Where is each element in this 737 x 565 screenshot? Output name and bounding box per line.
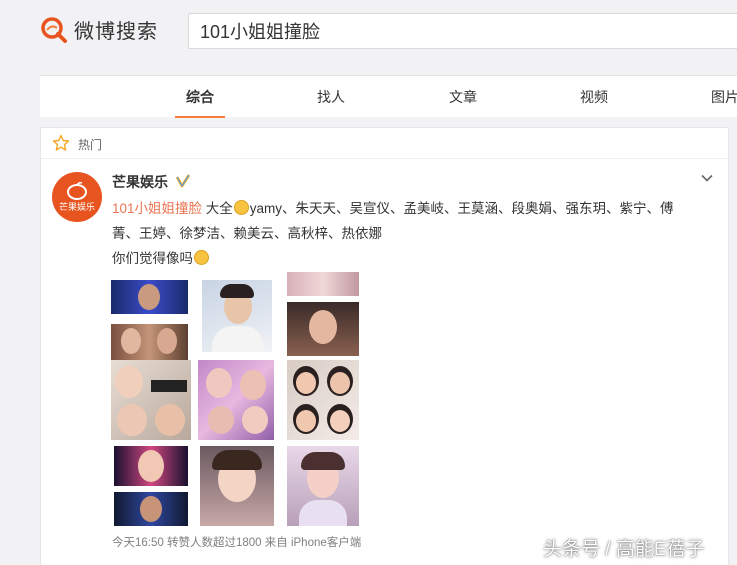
tab-comprehensive[interactable]: 综合 [175,76,225,118]
photo-thumbnail[interactable] [202,280,272,352]
author-name[interactable]: 芒果娱乐 [112,172,168,192]
photo-thumbnail[interactable] [287,272,359,356]
verified-badge-icon [175,174,191,188]
tab-people[interactable]: 找人 [306,76,356,118]
hot-section-label: 热门 [78,138,103,152]
mango-logo-icon [67,181,87,200]
grin-emoji-icon [233,200,249,215]
photo-thumbnail[interactable] [111,360,191,440]
weibo-logo-icon [41,16,67,43]
tab-images[interactable]: 图片 [700,76,737,118]
top-bar: 微博搜索 [0,0,737,68]
card-header: 热门 [41,128,728,159]
search-input[interactable] [189,14,737,48]
post-card: 热门 芒果娱乐 芒果娱乐 101小姐姐撞脸 大全 yamy、朱天天、吴宣仪、孟美岐… [40,127,729,565]
photo-thumbnail[interactable] [287,446,359,526]
photo-thumbnail[interactable] [287,360,359,440]
question-text: 你们觉得像吗 [112,251,193,266]
logo-text: 微博搜索 [74,21,158,43]
photo-thumbnail[interactable] [200,446,274,526]
post-text: 101小姐姐撞脸 大全 yamy、朱天天、吴宣仪、孟美岐、王莫涵、段奥娟、强东玥、… [112,196,702,271]
chevron-down-icon[interactable] [699,170,715,186]
text-after-topic: 大全 [202,201,233,216]
watermark: 头条号 / 高能E蓓子 [543,539,705,560]
photo-thumbnail[interactable] [198,360,274,440]
post-meta: 今天16:50 转赞人数超过1800 来自 iPhone客户端 [112,537,362,549]
star-icon [52,134,70,151]
tab-videos[interactable]: 视频 [569,76,619,118]
photo-thumbnail[interactable] [111,280,188,360]
search-box[interactable] [188,13,737,49]
avatar[interactable]: 芒果娱乐 [52,172,102,222]
names-line-1: yamy、朱天天、吴宣仪、孟美岐、王莫涵、段奥娟、强东玥、紫宁、傅 [249,201,674,216]
smile-emoji-icon [194,250,209,265]
topic-link[interactable]: 101小姐姐撞脸 [112,201,202,216]
names-line-2: 菁、王婷、徐梦洁、赖美云、高秋梓、热依娜 [112,226,382,241]
weibo-search-logo[interactable]: 微博搜索 [40,15,158,44]
photo-thumbnail[interactable] [114,446,188,526]
search-tabs: 综合 找人 文章 视频 图片 [40,75,737,118]
tab-articles[interactable]: 文章 [438,76,488,118]
avatar-text: 芒果娱乐 [58,201,95,212]
